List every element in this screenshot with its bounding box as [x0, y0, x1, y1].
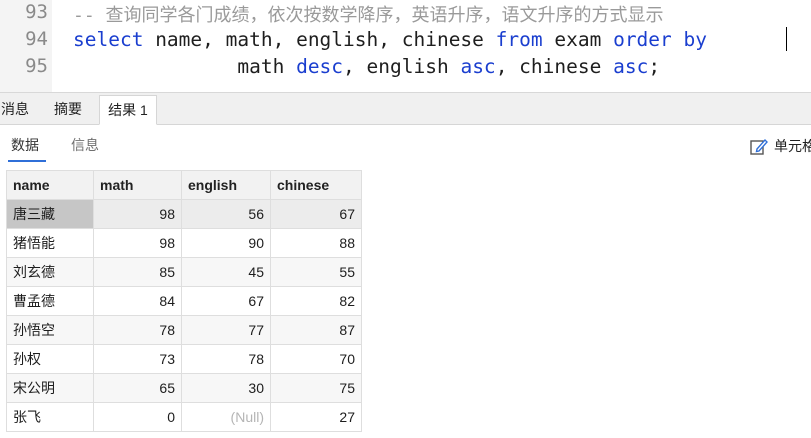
result-grid[interactable]: name math english chinese 唐三藏 98 56 67 猪… [6, 170, 362, 432]
cell-name[interactable]: 猪悟能 [6, 228, 94, 258]
edit-icon [750, 138, 768, 155]
code-line-select: select name, math, english, chinese from… [73, 28, 707, 51]
cell-english[interactable]: 90 [181, 228, 271, 258]
table-row[interactable]: 孙权 73 78 70 [6, 344, 362, 374]
grid-header-row: name math english chinese [6, 170, 362, 200]
keyword-asc: asc [460, 55, 496, 78]
code-semicolon: ; [648, 55, 661, 78]
cell-math[interactable]: 98 [93, 228, 182, 258]
table-row[interactable]: 刘玄德 85 45 55 [6, 257, 362, 287]
line-number: 93 [25, 1, 48, 23]
table-row[interactable]: 曹孟德 84 67 82 [6, 286, 362, 316]
table-row[interactable]: 宋公明 65 30 75 [6, 373, 362, 403]
column-header-chinese[interactable]: chinese [270, 170, 362, 200]
cell-name[interactable]: 刘玄德 [6, 257, 94, 287]
cell-name[interactable]: 张飞 [6, 402, 94, 432]
column-header-math[interactable]: math [93, 170, 182, 200]
tab-info[interactable]: 信息 [71, 135, 99, 155]
cell-name[interactable]: 唐三藏 [6, 199, 94, 229]
code-line-order: math desc, english asc, chinese asc; [73, 55, 660, 78]
cell-english[interactable]: 45 [181, 257, 271, 287]
cell-math[interactable]: 78 [93, 315, 182, 345]
cell-chinese[interactable]: 55 [270, 257, 362, 287]
cell-name[interactable]: 孙权 [6, 344, 94, 374]
code-col-chinese: , chinese [495, 55, 614, 78]
cell-chinese[interactable]: 87 [270, 315, 362, 345]
cell-name[interactable]: 曹孟德 [6, 286, 94, 316]
keyword-desc: desc [296, 55, 344, 78]
cell-math[interactable]: 65 [93, 373, 182, 403]
cell-editor-button[interactable]: 单元格 [749, 135, 811, 157]
cell-english[interactable]: 78 [181, 344, 271, 374]
code-table: exam [542, 28, 614, 51]
line-number: 94 [25, 28, 48, 50]
cell-english[interactable]: 30 [181, 373, 271, 403]
cell-english[interactable]: 56 [181, 199, 271, 229]
cell-math[interactable]: 0 [93, 402, 182, 432]
cell-english[interactable]: 77 [181, 315, 271, 345]
code-col-english: , english [343, 55, 461, 78]
cell-chinese[interactable]: 27 [270, 402, 362, 432]
table-row[interactable]: 唐三藏 98 56 67 [6, 199, 362, 229]
tab-result-1[interactable]: 结果 1 [99, 95, 157, 125]
keyword-by: by [683, 28, 708, 51]
active-tab-indicator [8, 160, 46, 162]
tab-data[interactable]: 数据 [11, 135, 39, 155]
cell-english-null[interactable]: (Null) [181, 402, 271, 432]
table-row[interactable]: 张飞 0 (Null) 27 [6, 402, 362, 432]
cell-chinese[interactable]: 82 [270, 286, 362, 316]
text-caret [786, 27, 787, 51]
code-columns: name, math, english, chinese [143, 28, 496, 51]
keyword-select: select [73, 28, 144, 51]
cell-chinese[interactable]: 75 [270, 373, 362, 403]
cell-chinese[interactable]: 67 [270, 199, 362, 229]
cell-editor-label: 单元格 [774, 138, 811, 154]
cell-math[interactable]: 98 [93, 199, 182, 229]
data-view-tabs: 数据 信息 单元格 [0, 125, 811, 165]
result-tab-bar: 消息 摘要 结果 1 [0, 93, 811, 125]
table-row[interactable]: 猪悟能 98 90 88 [6, 228, 362, 258]
cell-name[interactable]: 孙悟空 [6, 315, 94, 345]
keyword-asc: asc [613, 55, 649, 78]
column-header-english[interactable]: english [181, 170, 271, 200]
code-line-comment: -- 查询同学各门成绩，依次按数学降序，英语升序，语文升序的方式显示 [73, 5, 664, 26]
cell-chinese[interactable]: 70 [270, 344, 362, 374]
line-number-gutter: 93 94 95 [0, 0, 52, 92]
tab-messages[interactable]: 消息 [0, 95, 34, 123]
keyword-order: order [613, 28, 672, 51]
keyword-from: from [495, 28, 543, 51]
line-number: 95 [25, 55, 48, 77]
sql-editor[interactable]: 93 94 95 -- 查询同学各门成绩，依次按数学降序，英语升序，语文升序的方… [0, 0, 811, 92]
cell-chinese[interactable]: 88 [270, 228, 362, 258]
cell-math[interactable]: 85 [93, 257, 182, 287]
code-col-math: math [237, 55, 297, 78]
column-header-name[interactable]: name [6, 170, 94, 200]
cell-name[interactable]: 宋公明 [6, 373, 94, 403]
cell-math[interactable]: 73 [93, 344, 182, 374]
cell-english[interactable]: 67 [181, 286, 271, 316]
tab-summary[interactable]: 摘要 [48, 95, 88, 123]
table-row[interactable]: 孙悟空 78 77 87 [6, 315, 362, 345]
cell-math[interactable]: 84 [93, 286, 182, 316]
